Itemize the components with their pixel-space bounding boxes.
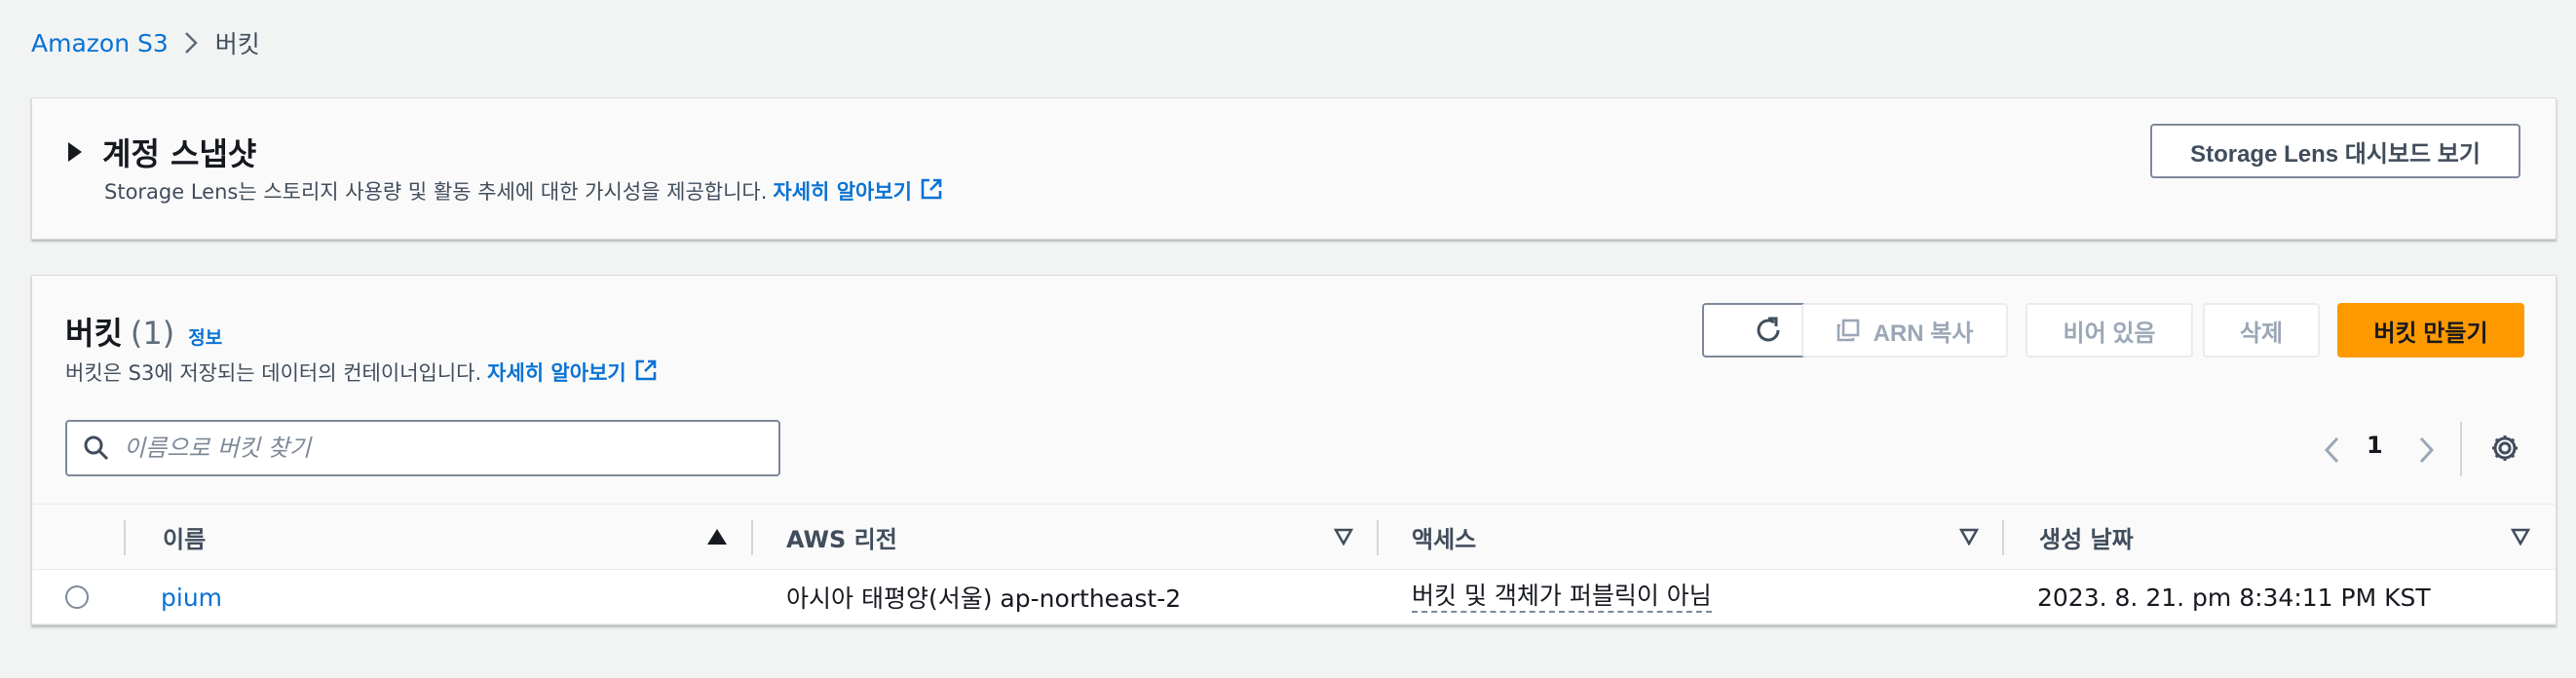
- buckets-learn-more-label: 자세히 알아보기: [487, 361, 626, 385]
- chevron-left-icon[interactable]: [2324, 435, 2339, 465]
- bucket-name-link[interactable]: pium: [161, 584, 222, 612]
- buckets-count: (1): [130, 315, 175, 352]
- column-created-label: 생성 날짜: [2039, 525, 2134, 553]
- buckets-description-text: 버킷은 S3에 저장되는 데이터의 컨테이너입니다.: [65, 361, 482, 385]
- buckets-panel: 버킷 (1) 정보 버킷은 S3에 저장되는 데이터의 컨테이너입니다. 자세히…: [31, 275, 2557, 625]
- bucket-created-date: 2023. 8. 21. pm 8:34:11 PM KST: [2037, 583, 2431, 612]
- delete-bucket-button[interactable]: 삭제: [2203, 303, 2320, 358]
- column-region-label: AWS 리전: [786, 525, 897, 553]
- bucket-access[interactable]: 버킷 및 객체가 퍼블릭이 아님: [1412, 582, 1712, 613]
- sort-ascending-icon[interactable]: [706, 528, 728, 549]
- buckets-learn-more-link[interactable]: 자세히 알아보기: [487, 358, 658, 387]
- gear-icon[interactable]: [2489, 433, 2520, 463]
- snapshot-description: Storage Lens는 스토리지 사용량 및 활동 추세에 대한 가시성을 …: [104, 176, 943, 206]
- storage-lens-dashboard-button[interactable]: Storage Lens 대시보드 보기: [2150, 124, 2520, 178]
- breadcrumb-amazon-s3[interactable]: Amazon S3: [31, 29, 169, 57]
- column-divider: [124, 520, 126, 555]
- table-row[interactable]: pium 아시아 태평양(서울) ap-northeast-2 버킷 및 객체가…: [32, 570, 2556, 624]
- column-header-name[interactable]: 이름: [163, 505, 206, 569]
- empty-bucket-button[interactable]: 비어 있음: [2026, 303, 2193, 358]
- column-divider: [1377, 520, 1379, 555]
- copy-icon: [1837, 319, 1860, 342]
- column-header-created[interactable]: 생성 날짜: [2039, 505, 2134, 569]
- sort-descending-icon[interactable]: [1333, 528, 1354, 549]
- row-select-radio[interactable]: [65, 585, 89, 609]
- sort-descending-icon[interactable]: [1958, 528, 1980, 549]
- caret-right-icon[interactable]: [67, 141, 83, 163]
- column-divider: [751, 520, 753, 555]
- chevron-right-icon[interactable]: [2419, 435, 2435, 465]
- breadcrumb-current: 버킷: [214, 30, 260, 58]
- column-access-label: 액세스: [1412, 525, 1477, 553]
- column-header-region[interactable]: AWS 리전: [786, 505, 897, 569]
- info-link[interactable]: 정보: [188, 323, 222, 350]
- search-icon: [83, 434, 110, 462]
- snapshot-description-text: Storage Lens는 스토리지 사용량 및 활동 추세에 대한 가시성을 …: [104, 180, 768, 204]
- breadcrumb: Amazon S3 버킷: [31, 25, 260, 60]
- bucket-search[interactable]: [65, 420, 780, 476]
- refresh-icon: [1753, 315, 1784, 346]
- copy-arn-label: ARN 복사: [1873, 320, 1974, 347]
- buckets-header: 버킷 (1) 정보: [65, 309, 222, 354]
- account-snapshot-panel: 계정 스냅샷 Storage Lens는 스토리지 사용량 및 활동 추세에 대…: [31, 97, 2557, 240]
- page-number[interactable]: 1: [2367, 432, 2383, 459]
- external-link-icon: [920, 177, 943, 206]
- external-link-icon: [634, 358, 658, 387]
- buckets-title: 버킷: [65, 315, 123, 352]
- column-name-label: 이름: [163, 525, 207, 553]
- search-input[interactable]: [124, 434, 747, 462]
- sort-descending-icon[interactable]: [2510, 528, 2531, 549]
- snapshot-title[interactable]: 계정 스냅샷: [102, 130, 256, 174]
- chevron-right-icon: [184, 31, 198, 55]
- table-header: 이름 AWS 리전 액세스 생성 날짜: [32, 504, 2556, 570]
- copy-arn-button[interactable]: ARN 복사: [1801, 303, 2008, 358]
- column-divider: [2002, 520, 2004, 555]
- buckets-description: 버킷은 S3에 저장되는 데이터의 컨테이너입니다. 자세히 알아보기: [65, 358, 658, 387]
- snapshot-learn-more-link[interactable]: 자세히 알아보기: [773, 176, 943, 206]
- create-bucket-button[interactable]: 버킷 만들기: [2337, 303, 2524, 358]
- snapshot-learn-more-label: 자세히 알아보기: [773, 180, 912, 204]
- bucket-region: 아시아 태평양(서울) ap-northeast-2: [786, 584, 1182, 613]
- pager-divider: [2460, 422, 2462, 476]
- column-header-access[interactable]: 액세스: [1412, 505, 1476, 569]
